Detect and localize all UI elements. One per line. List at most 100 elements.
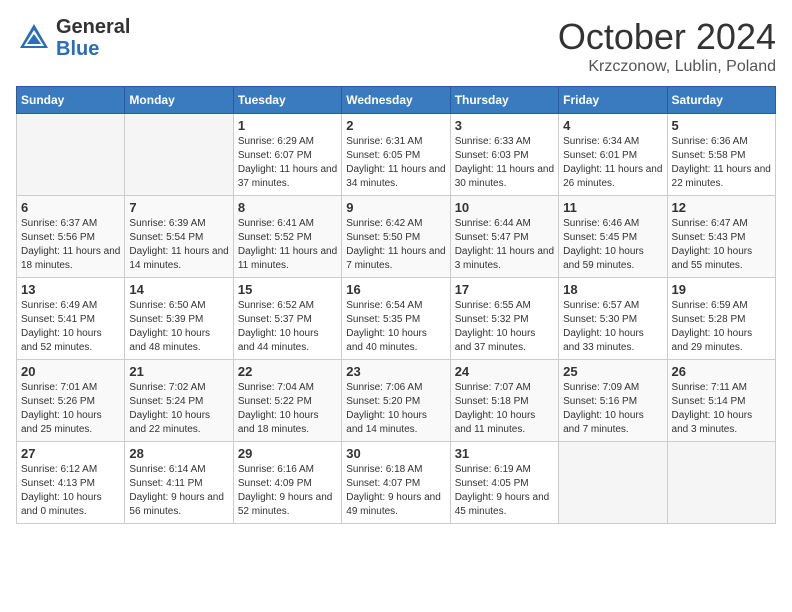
calendar-cell: 31Sunrise: 6:19 AMSunset: 4:05 PMDayligh… [450,442,558,524]
day-info: Sunrise: 6:44 AMSunset: 5:47 PMDaylight:… [455,217,554,273]
day-info: Sunrise: 6:33 AMSunset: 6:03 PMDaylight:… [455,135,554,191]
calendar-cell: 24 Sunrise: 7:07 AMSunset: 5:18 PMDayligh… [450,360,558,442]
day-number: 17 [455,282,554,297]
logo: General Blue [16,16,130,60]
day-info: Sunrise: 6:42 AMSunset: 5:50 PMDaylight:… [346,217,445,273]
day-info: Sunrise: 6:39 AMSunset: 5:54 PMDaylight:… [129,217,228,273]
calendar-cell: 1Sunrise: 6:29 AMSunset: 6:07 PMDaylight… [233,114,341,196]
calendar-cell [559,442,667,524]
calendar-cell: 11 Sunrise: 6:46 AMSunset: 5:45 PMDayligh… [559,196,667,278]
calendar-cell: 27 Sunrise: 6:12 AMSunset: 4:13 PMDayligh… [17,442,125,524]
day-number: 7 [129,200,228,215]
logo-icon [16,20,52,56]
day-info: Sunrise: 7:01 AMSunset: 5:26 PMDaylight:… [21,381,120,437]
day-of-week-header: Tuesday [233,87,341,114]
day-number: 21 [129,364,228,379]
calendar-week-row: 20 Sunrise: 7:01 AMSunset: 5:26 PMDayligh… [17,360,776,442]
day-number: 25 [563,364,662,379]
day-number: 26 [672,364,771,379]
day-info: Sunrise: 6:49 AMSunset: 5:41 PMDaylight:… [21,299,120,355]
month-title: October 2024 [558,16,776,58]
calendar-cell: 21 Sunrise: 7:02 AMSunset: 5:24 PMDayligh… [125,360,233,442]
logo-text: General Blue [56,16,130,60]
day-number: 24 [455,364,554,379]
day-number: 28 [129,446,228,461]
calendar-cell: 16Sunrise: 6:54 AMSunset: 5:35 PMDayligh… [342,278,450,360]
day-number: 5 [672,118,771,133]
day-number: 3 [455,118,554,133]
calendar-cell [667,442,775,524]
day-info: Sunrise: 6:14 AMSunset: 4:11 PMDaylight:… [129,463,228,519]
day-number: 9 [346,200,445,215]
calendar-cell [125,114,233,196]
day-info: Sunrise: 6:16 AMSunset: 4:09 PMDaylight:… [238,463,337,519]
logo-general: General [56,16,130,38]
calendar-cell: 9 Sunrise: 6:42 AMSunset: 5:50 PMDaylight… [342,196,450,278]
day-info: Sunrise: 6:41 AMSunset: 5:52 PMDaylight:… [238,217,337,273]
day-number: 29 [238,446,337,461]
day-number: 8 [238,200,337,215]
day-info: Sunrise: 6:36 AMSunset: 5:58 PMDaylight:… [672,135,771,191]
day-number: 13 [21,282,120,297]
day-info: Sunrise: 6:46 AMSunset: 5:45 PMDaylight:… [563,217,662,273]
day-of-week-header: Saturday [667,87,775,114]
day-of-week-header: Sunday [17,87,125,114]
calendar-cell: 4 Sunrise: 6:34 AMSunset: 6:01 PMDaylight… [559,114,667,196]
day-number: 19 [672,282,771,297]
day-info: Sunrise: 7:06 AMSunset: 5:20 PMDaylight:… [346,381,445,437]
day-info: Sunrise: 6:57 AMSunset: 5:30 PMDaylight:… [563,299,662,355]
day-number: 20 [21,364,120,379]
day-info: Sunrise: 6:34 AMSunset: 6:01 PMDaylight:… [563,135,662,191]
day-number: 4 [563,118,662,133]
calendar-cell: 20 Sunrise: 7:01 AMSunset: 5:26 PMDayligh… [17,360,125,442]
calendar-cell [17,114,125,196]
calendar-cell: 22 Sunrise: 7:04 AMSunset: 5:22 PMDayligh… [233,360,341,442]
calendar-week-row: 6Sunrise: 6:37 AMSunset: 5:56 PMDaylight… [17,196,776,278]
calendar-header-row: SundayMondayTuesdayWednesdayThursdayFrid… [17,87,776,114]
calendar-cell: 3 Sunrise: 6:33 AMSunset: 6:03 PMDaylight… [450,114,558,196]
day-number: 30 [346,446,445,461]
calendar-cell: 13 Sunrise: 6:49 AMSunset: 5:41 PMDayligh… [17,278,125,360]
day-number: 16 [346,282,445,297]
calendar-cell: 6Sunrise: 6:37 AMSunset: 5:56 PMDaylight… [17,196,125,278]
day-number: 22 [238,364,337,379]
day-info: Sunrise: 7:04 AMSunset: 5:22 PMDaylight:… [238,381,337,437]
calendar-week-row: 13 Sunrise: 6:49 AMSunset: 5:41 PMDayligh… [17,278,776,360]
calendar-week-row: 1Sunrise: 6:29 AMSunset: 6:07 PMDaylight… [17,114,776,196]
location-title: Krzczonow, Lublin, Poland [558,58,776,76]
day-number: 10 [455,200,554,215]
day-info: Sunrise: 6:52 AMSunset: 5:37 PMDaylight:… [238,299,337,355]
day-number: 12 [672,200,771,215]
day-info: Sunrise: 7:11 AMSunset: 5:14 PMDaylight:… [672,381,771,437]
day-info: Sunrise: 7:02 AMSunset: 5:24 PMDaylight:… [129,381,228,437]
day-info: Sunrise: 6:50 AMSunset: 5:39 PMDaylight:… [129,299,228,355]
calendar-cell: 25Sunrise: 7:09 AMSunset: 5:16 PMDayligh… [559,360,667,442]
calendar-cell: 15 Sunrise: 6:52 AMSunset: 5:37 PMDayligh… [233,278,341,360]
day-number: 14 [129,282,228,297]
calendar-week-row: 27 Sunrise: 6:12 AMSunset: 4:13 PMDayligh… [17,442,776,524]
day-number: 1 [238,118,337,133]
day-number: 11 [563,200,662,215]
day-of-week-header: Thursday [450,87,558,114]
calendar-cell: 2Sunrise: 6:31 AMSunset: 6:05 PMDaylight… [342,114,450,196]
title-area: October 2024 Krzczonow, Lublin, Poland [558,16,776,76]
day-info: Sunrise: 6:19 AMSunset: 4:05 PMDaylight:… [455,463,554,519]
day-info: Sunrise: 7:07 AMSunset: 5:18 PMDaylight:… [455,381,554,437]
calendar-cell: 12Sunrise: 6:47 AMSunset: 5:43 PMDayligh… [667,196,775,278]
day-info: Sunrise: 6:55 AMSunset: 5:32 PMDaylight:… [455,299,554,355]
day-number: 23 [346,364,445,379]
day-number: 27 [21,446,120,461]
calendar-cell: 14 Sunrise: 6:50 AMSunset: 5:39 PMDayligh… [125,278,233,360]
day-info: Sunrise: 6:12 AMSunset: 4:13 PMDaylight:… [21,463,120,519]
calendar-cell: 30Sunrise: 6:18 AMSunset: 4:07 PMDayligh… [342,442,450,524]
day-number: 15 [238,282,337,297]
header: General Blue October 2024 Krzczonow, Lub… [16,16,776,76]
day-info: Sunrise: 6:59 AMSunset: 5:28 PMDaylight:… [672,299,771,355]
logo-blue: Blue [56,38,130,60]
day-of-week-header: Friday [559,87,667,114]
calendar-cell: 5 Sunrise: 6:36 AMSunset: 5:58 PMDaylight… [667,114,775,196]
calendar-body: 1Sunrise: 6:29 AMSunset: 6:07 PMDaylight… [17,114,776,524]
calendar-cell: 28 Sunrise: 6:14 AMSunset: 4:11 PMDayligh… [125,442,233,524]
day-of-week-header: Monday [125,87,233,114]
calendar-cell: 17 Sunrise: 6:55 AMSunset: 5:32 PMDayligh… [450,278,558,360]
